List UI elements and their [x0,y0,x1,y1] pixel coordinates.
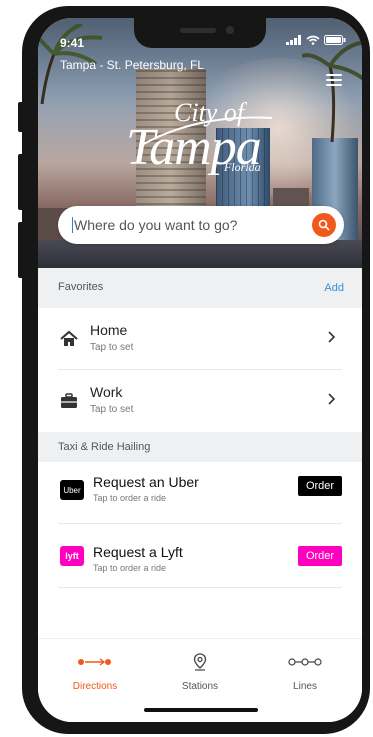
speaker [180,28,216,33]
ride-title: Request a Lyft [93,544,183,560]
search-input[interactable] [74,206,304,244]
phone-notch [134,18,266,48]
order-lyft-button[interactable]: Order [298,546,342,566]
tab-label: Stations [181,681,219,692]
briefcase-icon [61,393,77,408]
signal-icon [286,35,301,45]
search-bar[interactable] [58,206,344,244]
status-time: 9:41 [60,36,85,50]
battery-icon [324,35,346,45]
uber-logo-icon: Uber [60,480,84,500]
favorites-title: Favorites [58,281,104,293]
favorites-header: Favorites Add [38,268,362,308]
bay-water [38,240,362,268]
ride-title: Request an Uber [93,474,199,490]
front-camera [226,26,234,34]
ride-subtitle: Tap to order a ride [93,493,167,503]
directions-icon [78,658,111,666]
favorite-title: Home [90,322,128,338]
home-icon [60,330,78,346]
chevron-right-icon [328,331,336,343]
favorite-row-home[interactable]: Home Tap to set [38,308,362,370]
ride-hailing-title: Taxi & Ride Hailing [58,441,151,453]
search-icon [318,219,330,231]
home-indicator[interactable] [144,708,258,712]
favorite-title: Work [90,384,123,400]
location-label[interactable]: Tampa - St. Petersburg, FL [60,58,204,72]
ride-subtitle: Tap to order a ride [93,563,167,573]
ride-row-uber[interactable]: Uber Request an Uber Tap to order a ride… [38,462,362,524]
add-favorite-button[interactable]: Add [324,282,344,294]
lyft-logo-icon: lyft [60,546,84,566]
status-icons [286,35,346,45]
tab-label: Lines [293,681,317,692]
favorite-row-work[interactable]: Work Tap to set [38,370,362,432]
wifi-icon [306,35,320,45]
favorite-subtitle: Tap to set [90,342,134,353]
ride-hailing-header: Taxi & Ride Hailing [38,432,362,462]
tab-label: Directions [72,681,118,692]
text-caret [72,217,73,233]
tab-directions[interactable]: Directions [50,653,140,692]
order-uber-button[interactable]: Order [298,476,342,496]
ride-row-lyft[interactable]: lyft Request a Lyft Tap to order a ride … [38,524,362,588]
chevron-right-icon [328,393,336,405]
app-screen: 9:41 Tampa - St. Petersburg, FL City of … [38,18,362,722]
city-of-tampa-logo: City of Tampa Florida [126,98,276,188]
location-pin-icon [193,653,207,671]
menu-icon[interactable] [326,74,342,89]
lines-icon [288,658,322,666]
logo-florida-text: Florida [224,160,261,174]
favorite-subtitle: Tap to set [90,404,134,415]
search-button[interactable] [312,213,336,237]
tab-lines[interactable]: Lines [260,653,350,692]
divider [58,587,342,588]
tab-stations[interactable]: Stations [155,653,245,692]
